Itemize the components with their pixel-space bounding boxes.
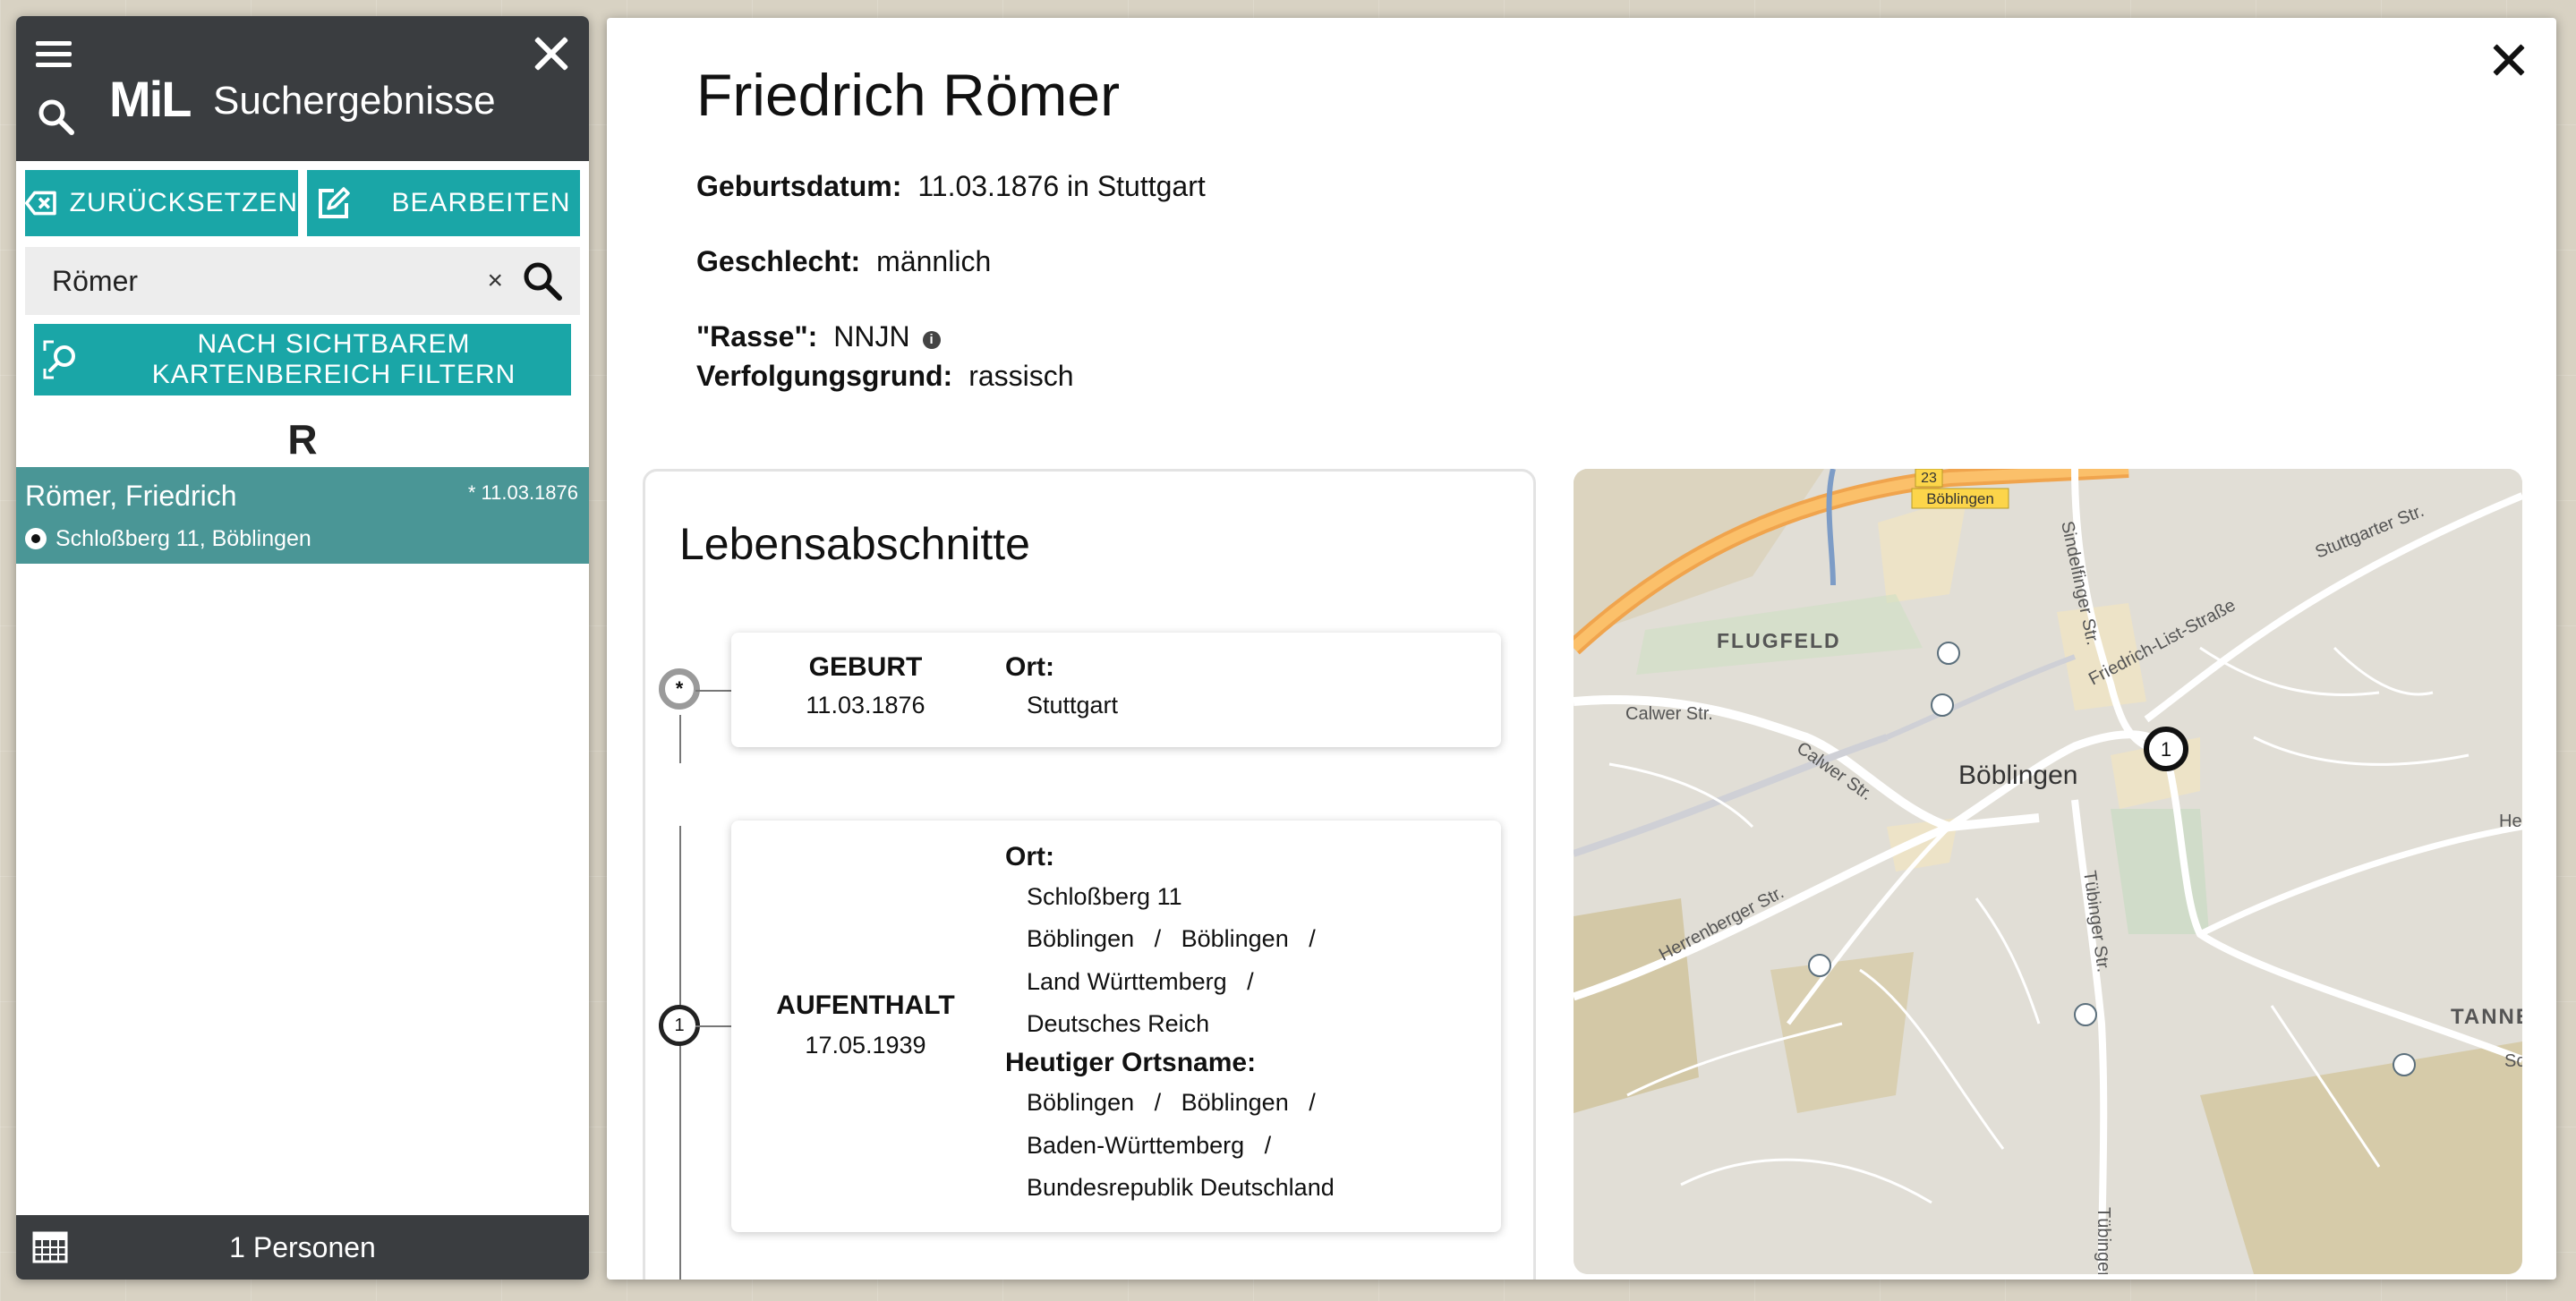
edit-button[interactable]: BEARBEITEN [307, 170, 580, 236]
gender-info: Geschlecht: männlich [696, 245, 991, 278]
map-label-tuebinger-2: Tübinger Str. [2094, 1207, 2113, 1274]
result-name: Römer, Friedrich [25, 480, 237, 512]
location-dot-icon [25, 528, 47, 549]
road-number: 23 [1921, 471, 1937, 486]
close-icon[interactable] [532, 34, 571, 73]
person-name: Friedrich Römer [696, 62, 1121, 128]
sidebar-footer: 1 Personen [16, 1215, 589, 1280]
map-label-sc: Sc [2504, 1051, 2522, 1071]
filter-label-line1: NACH SICHTBAREM [197, 329, 471, 359]
person-detail-panel: Friedrich Römer Geburtsdatum: 11.03.1876 … [607, 18, 2556, 1280]
table-view-icon[interactable] [32, 1231, 68, 1263]
persecution-value: rassisch [968, 360, 1074, 392]
map-label-calwer: Calwer Str. [1625, 704, 1713, 724]
edit-button-label: BEARBEITEN [391, 188, 571, 217]
location-map[interactable]: 23 Böblingen FLUGFELD Böblingen Calwer S… [1574, 469, 2522, 1274]
filter-by-map-button[interactable]: NACH SICHTBAREM KARTENBEREICH FILTERN [34, 324, 571, 395]
sidebar-title: Suchergebnisse [213, 79, 496, 123]
map-label-boeblingen: Böblingen [1958, 761, 2077, 790]
birth-marker: * [659, 668, 700, 710]
birth-info: Geburtsdatum: 11.03.1876 in Stuttgart [696, 170, 1206, 203]
map-label-flugfeld: FLUGFELD [1717, 629, 1841, 652]
map-marker-number: 1 [2161, 738, 2171, 761]
info-icon[interactable]: i [922, 331, 941, 349]
road-sign-label: Böblingen [1926, 490, 1994, 507]
map-location-marker[interactable]: 1 [2144, 727, 2188, 771]
life-stages-card: Lebensabschnitte * GEBURT 11.03.1876 Ort… [643, 469, 1536, 1280]
entry-type: GEBURT [808, 652, 923, 682]
edit-icon [319, 187, 351, 218]
entry-current-line: Böblingen / Böblingen / [1027, 1089, 1316, 1116]
timeline-entry-stay: AUFENTHALT 17.05.1939 Ort: Schloßberg 11… [731, 821, 1501, 1232]
close-panel-icon[interactable] [2486, 38, 2531, 82]
entry-current-line: Bundesrepublik Deutschland [1027, 1174, 1335, 1201]
entry-current-line: Baden-Württemberg / [1027, 1132, 1272, 1159]
entry-current-name-label: Heutiger Ortsname: [1005, 1048, 1257, 1077]
gender-label: Geschlecht: [696, 245, 861, 277]
landuse-area [1574, 898, 1699, 1113]
birth-label: Geburtsdatum: [696, 170, 902, 202]
filter-label-line2: KARTENBEREICH FILTERN [151, 360, 516, 389]
race-label: "Rasse": [696, 320, 818, 353]
result-count: 1 Personen [229, 1230, 376, 1263]
reset-button[interactable]: ZURÜCKSETZEN [25, 170, 298, 236]
entry-place-label: Ort: [1005, 842, 1054, 872]
search-icon[interactable] [34, 95, 77, 138]
result-address: Schloßberg 11, Böblingen [55, 526, 311, 551]
zoom-filter-icon [43, 340, 75, 379]
entry-place-label: Ort: [1005, 652, 1054, 682]
race-info: "Rasse": NNJN i [696, 320, 941, 353]
timeline-line [679, 715, 681, 763]
search-field[interactable]: Römer × [25, 247, 580, 315]
search-sidebar: MiL Suchergebnisse ZURÜCKSETZEN BEARBEIT… [16, 16, 589, 1280]
map-label-he: He [2499, 812, 2522, 831]
entry-place-line: Schloßberg 11 [1027, 883, 1182, 910]
entry-type: AUFENTHALT [776, 991, 955, 1020]
entry-date: 11.03.1876 [806, 692, 925, 719]
entry-date: 17.05.1939 [805, 1032, 926, 1059]
birth-value: 11.03.1876 in Stuttgart [917, 170, 1206, 202]
entry-place-line: Deutsches Reich [1027, 1010, 1210, 1037]
entry-place-value: Stuttgart [1027, 692, 1119, 719]
clear-search-icon[interactable]: × [487, 266, 503, 296]
timeline-entry-birth: GEBURT 11.03.1876 Ort: Stuttgart [731, 633, 1501, 747]
search-submit-icon[interactable] [521, 259, 564, 302]
alphabet-group-header: R [287, 416, 318, 463]
backspace-icon [25, 191, 56, 216]
persecution-label: Verfolgungsgrund: [696, 360, 953, 392]
reset-button-label: ZURÜCKSETZEN [69, 188, 298, 217]
timeline-line [679, 826, 681, 1280]
persecution-info: Verfolgungsgrund: rassisch [696, 360, 1074, 393]
filter-button-label: NACH SICHTBAREM KARTENBEREICH FILTERN [97, 329, 571, 390]
sidebar-header: MiL Suchergebnisse [16, 16, 589, 161]
stay-marker: 1 [659, 1005, 700, 1046]
entry-place-line: Land Württemberg / [1027, 968, 1254, 995]
result-item[interactable]: Römer, Friedrich * 11.03.1876 Schloßberg… [16, 467, 589, 564]
app-logo: MiL [109, 71, 192, 127]
map-canvas[interactable]: 23 Böblingen FLUGFELD Böblingen Calwer S… [1574, 469, 2522, 1274]
race-value: NNJN [833, 320, 910, 353]
search-input[interactable]: Römer [52, 265, 487, 298]
map-label-tanne: TANNE [2451, 1005, 2522, 1029]
gender-value: männlich [876, 245, 992, 277]
menu-icon[interactable] [36, 41, 72, 72]
entry-place-line: Böblingen / Böblingen / [1027, 925, 1316, 952]
result-date: * 11.03.1876 [467, 481, 578, 504]
life-stages-title: Lebensabschnitte [679, 519, 1030, 569]
